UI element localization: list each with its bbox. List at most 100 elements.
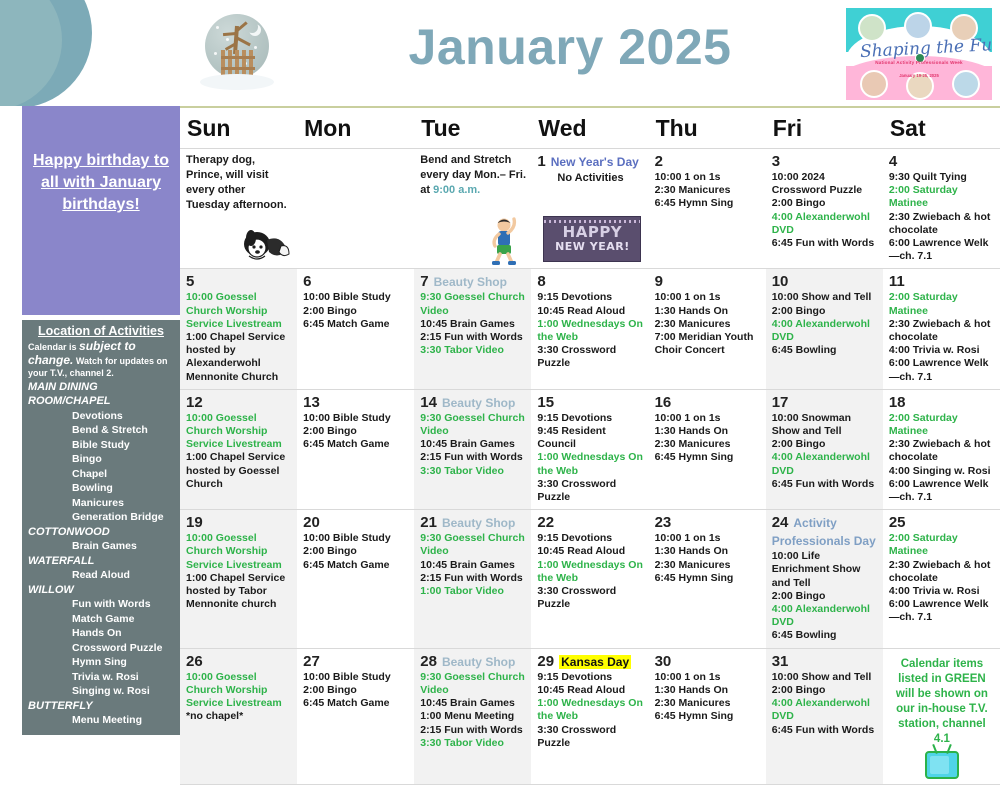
calendar-day-cell-31[interactable]: 31 10:00 Show and Tell 2:00 Bingo 4:00 Alex… — [765, 648, 883, 784]
calendar-event: 2:30 Zwiebach & hot chocolate — [888, 558, 991, 584]
day-number: 25 — [888, 514, 906, 532]
calendar-day-header: 24 Activity Professionals Day — [772, 514, 878, 550]
location-activity-item: Hands On — [72, 627, 122, 639]
day-number: 19 — [186, 514, 203, 532]
calendar-event: 1:00 Menu Meeting — [420, 710, 515, 723]
bend-and-stretch-time: 9:00 a.m. — [433, 184, 481, 196]
birthday-banner: Happy birthday to all with January birth… — [22, 106, 180, 315]
calendar-event: 2:00 Saturday Matinee — [888, 184, 958, 210]
calendar-day-cell-26[interactable]: 26 10:00 Goessel Church Worship Service L… — [180, 648, 298, 784]
calendar-day-cell-22[interactable]: 22 9:15 Devotions 10:45 Read Aloud 1:00 Wed… — [531, 510, 648, 647]
calendar-event: 2:15 Fun with Words — [420, 331, 523, 344]
calendar-day-cell-6[interactable]: 6 10:00 Bible Study 2:00 Bingo 6:45 Match G… — [297, 269, 414, 388]
calendar-event: 2:30 Manicures — [654, 317, 731, 330]
calendar-day-cell-15[interactable]: 15 9:15 Devotions 9:45 Resident Council 1:0… — [531, 390, 648, 509]
calendar-day-cell-1[interactable]: 1 New Year's Day No Activities HAPPY NEW YEA… — [531, 149, 648, 268]
day-number: 2 — [654, 153, 663, 170]
calendar-day-cell-12[interactable]: 12 10:00 Goessel Church Worship Service L… — [180, 389, 298, 510]
calendar-day-header: 15 — [537, 394, 643, 412]
day-number: 1 — [537, 153, 546, 170]
location-activity-item: Match Game — [72, 612, 135, 625]
calendar-event: 4:00 Alexanderwohl DVD — [771, 603, 870, 629]
calendar-event: 2:00 Saturday Matinee — [888, 532, 958, 558]
calendar-day-cell-9[interactable]: 9 10:00 1 on 1s 1:30 Hands On 2:30 Manicure… — [649, 269, 766, 388]
calendar-day-cell-17[interactable]: 17 10:00 Snowman Show and Tell 2:00 Bingo 4… — [765, 389, 883, 510]
calendar-event: 1:00 Chapel Service hosted by Goessel Ch… — [186, 451, 286, 490]
calendar-event: 3:30 Crossword Puzzle — [537, 477, 617, 504]
day-subtitle: No Activities — [557, 172, 624, 184]
calendar-day-cell-24[interactable]: 24 Activity Professionals Day 10:00 Life E… — [765, 510, 883, 648]
calendar-event: 1:00 Tabor Video — [420, 585, 504, 598]
napw-week-dates: January 19-25, 2025 — [899, 73, 939, 78]
calendar-event: 3:30 Tabor Video — [420, 344, 504, 357]
calendar-event: 1:00 Wednesdays On the Web — [537, 697, 643, 723]
location-activity-item: Bowling — [72, 482, 113, 494]
calendar-day-cell-28[interactable]: 28 Beauty Shop 9:30 Goessel Church Video 10… — [414, 648, 532, 784]
location-section-title: WILLOW — [28, 583, 74, 596]
calendar-event: 6:45 Match Game — [303, 558, 390, 571]
calendar-day-cell-11[interactable]: 11 2:00 Saturday Matinee 2:30 Zwiebach & h… — [883, 269, 1000, 388]
calendar-day-header: 2 — [655, 153, 761, 171]
calendar-event: 1:00 Chapel Service hosted by Alexanderw… — [186, 331, 286, 383]
location-activity-item: Fun with Words — [72, 598, 151, 610]
day-number: 23 — [654, 514, 672, 532]
calendar-day-cell-3[interactable]: 3 10:00 2024 Crossword Puzzle 2:00 Bingo 4:… — [766, 149, 883, 268]
location-activity-item: Hymn Sing — [72, 656, 127, 668]
calendar-week-row: 5 10:00 Goessel Church Worship Service Li… — [180, 269, 1000, 390]
day-number: 26 — [186, 652, 203, 670]
calendar-event: 2:00 Saturday Matinee — [888, 411, 958, 438]
calendar-dow-sun: Sun — [187, 114, 231, 141]
calendar-day-cell-13[interactable]: 13 10:00 Bible Study 2:00 Bingo 6:45 Match … — [297, 390, 414, 509]
calendar-day-header: 16 — [655, 394, 761, 412]
calendar-day-header: 28 Beauty Shop — [420, 653, 526, 671]
location-sections: MAIN DINING ROOM/CHAPEL Devotions Bend & S… — [28, 380, 174, 728]
calendar-event: 2:15 Fun with Words — [420, 451, 523, 464]
calendar-day-cell-10[interactable]: 10 10:00 Show and Tell 2:00 Bingo 4:00 Alex… — [765, 269, 883, 389]
calendar-day-cell-18[interactable]: 18 2:00 Saturday Matinee 2:30 Zwiebach & h… — [883, 390, 1000, 509]
calendar-day-cell-29[interactable]: 29 Kansas Day 9:15 Devotions 10:45 Read Alo… — [531, 649, 648, 784]
calendar-event: 2:30 Zwiebach & hot chocolate — [888, 438, 991, 464]
calendar-event: 4:00 Alexanderwohl DVD — [771, 210, 870, 236]
calendar-event: 4:00 Singing w. Rosi — [888, 464, 991, 477]
calendar-day-header: 4 — [889, 153, 995, 171]
day-number: 24 — [771, 514, 789, 532]
calendar-event: 10:00 2024 Crossword Puzzle — [771, 171, 863, 197]
calendar-day-cell-20[interactable]: 20 10:00 Bible Study 2:00 Bingo 6:45 Match … — [297, 510, 414, 647]
calendar-day-cell-25[interactable]: 25 2:00 Saturday Matinee 2:30 Zwiebach & h… — [883, 510, 1000, 647]
calendar-week-row: 12 10:00 Goessel Church Worship Service L… — [180, 389, 1000, 511]
header-decoration — [0, 0, 180, 106]
calendar-event: 2:30 Zwiebach & hot chocolate — [888, 210, 991, 236]
calendar-day-cell-8[interactable]: 8 9:15 Devotions 10:45 Read Aloud 1:00 Wedn… — [531, 269, 648, 388]
calendar-day-cell-27[interactable]: 27 10:00 Bible Study 2:00 Bingo 6:45 Match … — [297, 649, 414, 784]
calendar-day-header: 27 — [303, 653, 409, 671]
calendar-day-cell-4[interactable]: 4 9:30 Quilt Tying 2:00 Saturday Matinee 2:… — [883, 149, 1000, 268]
day-number: 4 — [888, 153, 898, 170]
location-activity-item: Bingo — [72, 453, 102, 465]
calendar-day-cell-7[interactable]: 7 Beauty Shop 9:30 Goessel Church Video 10:… — [414, 269, 532, 389]
television-icon — [924, 750, 959, 779]
calendar-day-cell-2[interactable]: 2 10:00 1 on 1s 2:30 Manicures 6:45 Hymn Si… — [649, 149, 766, 268]
calendar-day-header: 25 — [889, 514, 995, 532]
calendar-day-header: 11 — [889, 273, 995, 291]
calendar-event: 1:30 Hands On — [654, 545, 729, 558]
calendar-event: 10:00 Snowman Show and Tell — [771, 411, 852, 438]
calendar-day-cell-5[interactable]: 5 10:00 Goessel Church Worship Service Li… — [180, 269, 298, 389]
calendar-event: 2:00 Bingo — [771, 683, 826, 696]
calendar-day-cell-14[interactable]: 14 Beauty Shop 9:30 Goessel Church Video 10… — [414, 389, 532, 510]
calendar-event: 2:30 Zwiebach & hot chocolate — [888, 317, 991, 344]
birthday-banner-text: Happy birthday to all with January birth… — [32, 152, 169, 213]
calendar-day-cell-21[interactable]: 21 Beauty Shop 9:30 Goessel Church Video 10… — [414, 510, 532, 648]
calendar-day-header: 6 — [303, 273, 409, 291]
location-activity-item: Singing w. Rosi — [72, 685, 150, 697]
location-panel-title: Location of Activities — [38, 324, 164, 338]
day-number: 20 — [303, 514, 320, 532]
calendar-event: 10:00 Goessel Church Worship Service Liv… — [186, 532, 282, 571]
calendar-day-cell-30[interactable]: 30 10:00 1 on 1s 1:30 Hands On 2:30 Manicur… — [649, 649, 766, 784]
location-note-pre: Calendar is — [28, 342, 80, 352]
calendar-day-cell-23[interactable]: 23 10:00 1 on 1s 1:30 Hands On 2:30 Manicur… — [649, 510, 766, 647]
calendar-event: 10:45 Read Aloud — [537, 304, 626, 317]
calendar-event: 2:30 Manicures — [654, 697, 731, 710]
calendar-event: 6:45 Hymn Sing — [654, 451, 734, 464]
calendar-day-cell-16[interactable]: 16 10:00 1 on 1s 1:30 Hands On 2:30 Manicur… — [649, 390, 766, 509]
calendar-day-cell-19[interactable]: 19 10:00 Goessel Church Worship Service L… — [180, 510, 298, 648]
